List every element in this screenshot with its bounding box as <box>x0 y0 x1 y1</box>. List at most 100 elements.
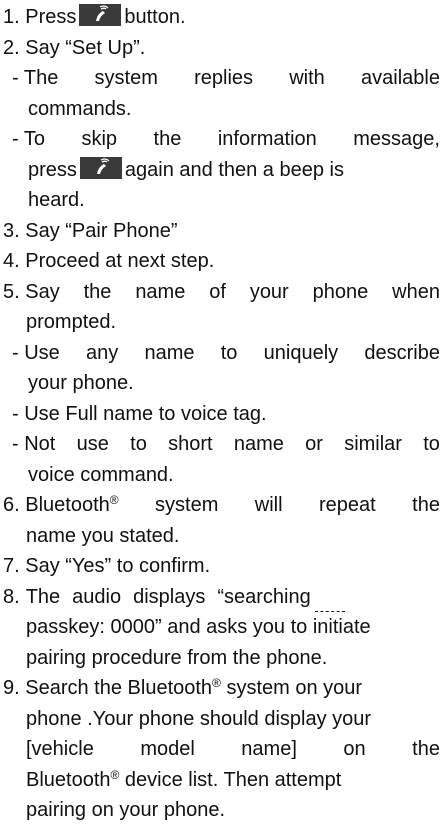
word: will <box>254 494 283 516</box>
word: replies <box>194 67 254 89</box>
word: your <box>249 280 289 303</box>
word: the <box>412 738 440 760</box>
step-1: 1. Press button. <box>3 2 440 33</box>
word: model <box>140 738 195 760</box>
sub-text: Use Full name to voice tag. <box>24 402 267 425</box>
word: to <box>130 433 147 455</box>
word: phone <box>312 280 369 303</box>
word: name <box>233 433 284 455</box>
step-2-sub-2-cont: heard. <box>28 189 85 211</box>
word: The <box>25 585 61 608</box>
word: skip <box>81 128 118 150</box>
step-2: 2. Say “Set Up”. <box>3 33 440 64</box>
step-2-sub-1-cont: commands. <box>28 97 132 120</box>
word: short <box>168 433 213 455</box>
step-8-cont-2: pairing procedure from the phone. <box>26 646 328 669</box>
step-5-sub-3-cont: voice command. <box>28 463 174 486</box>
step-5-cont: prompted. <box>26 311 117 333</box>
step-text: Say “Pair Phone” <box>25 219 178 242</box>
step-9-line-3: [vehicle model name] on the <box>3 734 440 765</box>
instruction-page: 1. Press button. 2. Say “Set Up”. - The s… <box>0 0 444 821</box>
step-9: 9. Search the Bluetooth® system on your <box>3 673 440 704</box>
word: again and then a beep is <box>124 158 344 181</box>
step-number: 8. <box>3 585 20 608</box>
word: use <box>76 433 109 455</box>
word: repeat <box>319 494 376 516</box>
word: or <box>305 433 323 455</box>
step-text: Bluetooth <box>26 768 111 791</box>
word: message, <box>353 128 440 150</box>
word: [vehicle <box>26 738 94 760</box>
registered-mark: ® <box>212 676 221 690</box>
step-number: 3. <box>3 219 20 242</box>
step-7: 7. Say “Yes” to confirm. <box>3 551 440 582</box>
word: system <box>155 494 219 516</box>
word: with <box>289 67 325 89</box>
word: the <box>83 280 112 303</box>
voice-recognition-icon <box>79 4 122 26</box>
step-9-line-5: pairing on your phone. <box>26 799 226 821</box>
word: name] <box>241 738 297 760</box>
word: system <box>94 67 158 89</box>
word: audio <box>72 585 122 608</box>
step-5-sub-1: - Use any name to uniquely describe <box>3 338 440 369</box>
step-text: Say “Yes” to confirm. <box>25 555 211 577</box>
word: “searching <box>217 585 311 608</box>
step-text: device list. Then attempt <box>119 768 342 791</box>
word: similar <box>344 433 402 455</box>
word: when <box>392 280 440 303</box>
word: information <box>217 128 317 150</box>
step-5-sub-2: - Use Full name to voice tag. <box>3 399 440 430</box>
voice-recognition-icon <box>79 156 122 179</box>
step-5: 5. Say the name of your phone when <box>3 277 440 308</box>
word: of <box>209 280 226 303</box>
step-text: Press <box>25 6 77 28</box>
word: any <box>86 341 119 364</box>
word: the <box>412 494 440 516</box>
step-text: Search the Bluetooth <box>25 677 213 699</box>
word: displays <box>133 585 206 608</box>
word: to <box>220 341 238 364</box>
step-number: 7. <box>3 555 20 577</box>
step-8: 8. The audio displays “searching <box>3 582 440 612</box>
registered-mark: ® <box>109 493 119 507</box>
word: available <box>361 67 440 89</box>
step-6-cont: name you stated. <box>26 524 180 547</box>
word: name <box>135 280 186 303</box>
step-2-sub-2: - To skip the information message, <box>3 124 440 155</box>
word: name <box>144 341 195 364</box>
sub-dash-and-word: - The <box>12 67 59 89</box>
step-number: 9. <box>3 677 20 699</box>
sub-dash: - <box>12 402 19 425</box>
step-2-sub-2-line-2: press again and then a beep is <box>3 155 440 186</box>
step-3: 3. Say “Pair Phone” <box>3 216 440 247</box>
step-5-sub-1-cont: your phone. <box>28 372 134 394</box>
word: to <box>423 433 440 455</box>
step-number-and-word: 5. Say <box>3 280 60 303</box>
word: on <box>343 738 366 760</box>
word: the <box>153 128 182 150</box>
step-number: 1. <box>3 6 20 28</box>
blank-line <box>314 582 345 612</box>
step-8-cont-1: passkey: 0000” and asks you to initiate <box>26 616 371 638</box>
word: uniquely <box>263 341 339 364</box>
sub-dash-and-word: - To <box>12 128 45 150</box>
registered-mark: ® <box>110 767 120 782</box>
step-text: Say “Set Up”. <box>25 36 146 59</box>
sub-dash-and-word: - Not <box>12 433 56 455</box>
step-9-line-2: phone .Your phone should display your <box>26 707 372 730</box>
step-4: 4. Proceed at next step. <box>3 246 440 277</box>
step-5-sub-3: - Not use to short name or similar to <box>3 429 440 460</box>
step-number: 2. <box>3 36 20 59</box>
step-9-line-4: Bluetooth® device list. Then attempt <box>3 765 440 796</box>
step-text: Proceed at next step. <box>25 250 215 272</box>
step-number-and-brand: 6. Bluetooth® <box>3 493 119 516</box>
step-number: 4. <box>3 250 20 272</box>
word: press <box>28 158 77 181</box>
step-2-sub-1: - The system replies with available <box>3 63 440 94</box>
step-text-after: button. <box>124 6 186 28</box>
word: describe <box>364 341 440 364</box>
step-text: system on your <box>220 677 363 699</box>
step-6: 6. Bluetooth® system will repeat the <box>3 490 440 521</box>
sub-dash-and-word: - Use <box>12 341 60 364</box>
